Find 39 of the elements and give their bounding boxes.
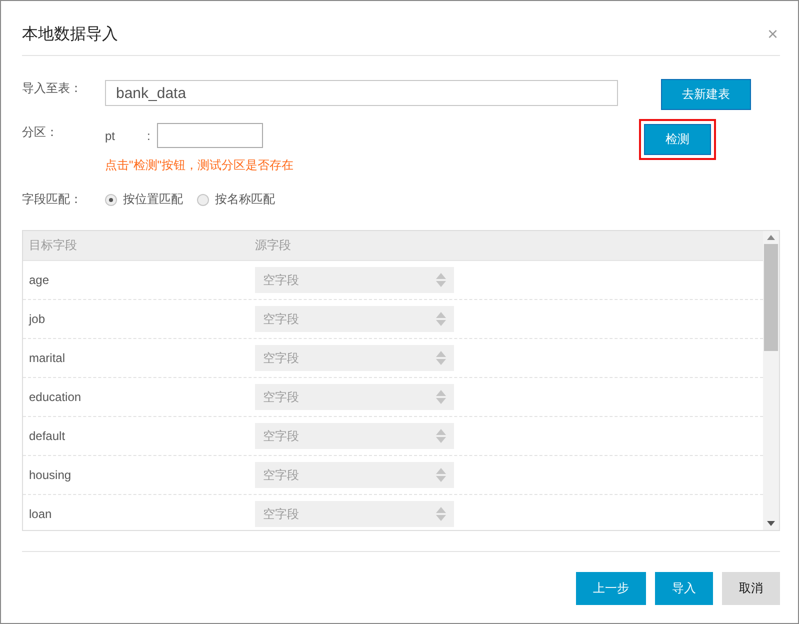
action-button[interactable]: 导入: [655, 572, 713, 605]
sort-arrows-icon: [436, 273, 446, 287]
table-cell-text: education: [28, 390, 82, 404]
table-cell-text: default: [28, 429, 66, 443]
new-table-button[interactable]: 去新建表: [661, 79, 751, 110]
table-cell-text: job: [28, 312, 46, 326]
partition-key: pt: [105, 128, 147, 142]
table-cell-text: marital: [28, 351, 66, 365]
hint-text: 点击"检测"按钮，测试分区是否存在: [105, 157, 295, 174]
check-button[interactable]: 检测: [644, 124, 711, 155]
field-label: 字段匹配：: [22, 191, 83, 208]
close-button[interactable]: ×: [767, 25, 778, 43]
radio-button[interactable]: [197, 194, 209, 206]
partition-field[interactable]: [157, 123, 263, 148]
table-cell-text: age: [28, 273, 50, 287]
column-header: 源字段: [255, 237, 291, 254]
sort-arrows-icon: [436, 351, 446, 365]
radio-label[interactable]: 按名称匹配: [215, 191, 275, 208]
action-button[interactable]: 上一步: [576, 572, 646, 605]
radio-button[interactable]: [105, 194, 117, 206]
scrollbar-thumb[interactable]: [764, 244, 778, 351]
sort-arrows-icon: [436, 468, 446, 482]
sort-arrows-icon: [436, 390, 446, 404]
scroll-up-icon[interactable]: [767, 235, 775, 240]
colon: :: [147, 128, 152, 142]
table-cell-text: housing: [28, 468, 72, 482]
radio-label[interactable]: 按位置匹配: [123, 191, 183, 208]
dialog-title: 本地数据导入: [22, 24, 118, 44]
scroll-down-icon[interactable]: [767, 521, 775, 526]
scrollbar[interactable]: [763, 231, 779, 530]
column-header: 目标字段: [28, 237, 78, 254]
table-name-field[interactable]: bank_data: [105, 80, 618, 106]
sort-arrows-icon: [436, 312, 446, 326]
table-cell-text: loan: [28, 507, 53, 521]
sort-arrows-icon: [436, 507, 446, 521]
sort-arrows-icon: [436, 429, 446, 443]
field-label: 导入至表：: [22, 80, 83, 97]
cancel-button[interactable]: 取消: [722, 572, 780, 605]
field-label: 分区：: [22, 124, 59, 141]
